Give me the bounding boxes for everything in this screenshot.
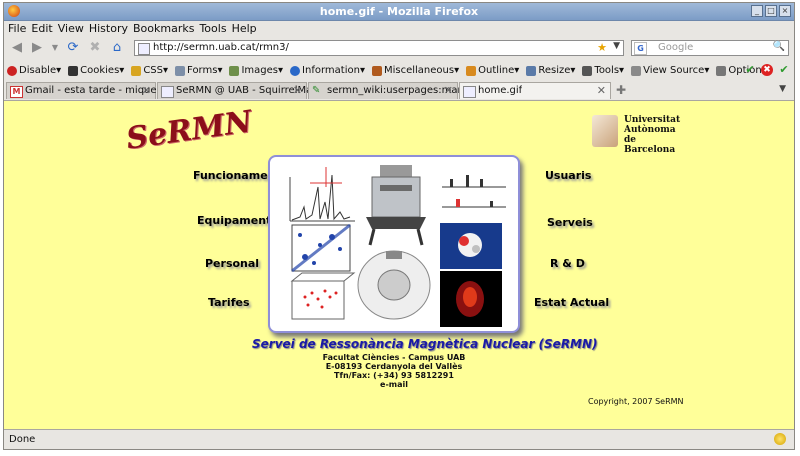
nav-estat-actual[interactable]: Estat Actual (534, 296, 609, 309)
navigation-toolbar: ◀ ▶ ▼ ⟳ ✖ ⌂ http://sermn.uab.cat/rmn3/ ★… (4, 37, 794, 60)
new-tab-icon[interactable]: ✚ (616, 83, 626, 97)
tab-gmail[interactable]: M Gmail - esta tarde - miquel.... ✕ (6, 82, 172, 99)
dev-cookies[interactable]: Cookies ▾ (68, 65, 124, 76)
page-icon (463, 86, 476, 98)
dev-view-source[interactable]: View Source ▾ (631, 65, 709, 76)
tab-wiki[interactable]: ✎ sermn_wiki:userpages:mart... ✕ (308, 82, 475, 99)
tab-home-gif[interactable]: home.gif ✕ (459, 82, 611, 99)
nav-personal[interactable]: Personal (205, 257, 259, 270)
gmail-icon: M (10, 86, 23, 98)
molecule-structure-image (440, 223, 502, 269)
nav-usuaris[interactable]: Usuaris (545, 169, 591, 182)
window-title: home.gif - Mozilla Firefox (319, 5, 479, 18)
title-bar: home.gif - Mozilla Firefox _ □ × (4, 3, 794, 21)
minimize-button[interactable]: _ (751, 5, 763, 17)
search-placeholder[interactable]: Google (658, 42, 693, 53)
menu-view[interactable]: View (58, 21, 89, 36)
tools-icon (582, 65, 593, 76)
close-tab-icon[interactable]: ✕ (597, 84, 606, 97)
history-dropdown-icon[interactable]: ▼ (48, 41, 62, 55)
resize-icon (526, 65, 537, 76)
pulse-sequence-diagram (442, 175, 506, 208)
outline-icon (466, 65, 477, 76)
nmr-magnet-image (366, 165, 426, 246)
sermn-logo: SeRMN (124, 104, 255, 157)
nav-r-and-d[interactable]: R & D (550, 257, 585, 270)
close-window-button[interactable]: × (779, 5, 791, 17)
validate-ok-icon[interactable]: ✔ (744, 64, 756, 76)
dev-css[interactable]: CSS ▾ (131, 65, 168, 76)
forward-icon[interactable]: ▶ (30, 41, 44, 55)
validate-error-icon[interactable]: ✖ (761, 64, 773, 76)
tab-list-dropdown-icon[interactable]: ▼ (779, 84, 786, 94)
forms-icon (175, 65, 186, 76)
maximize-button[interactable]: □ (765, 5, 777, 17)
dev-images[interactable]: Images ▾ (229, 65, 283, 76)
email-link[interactable]: e-mail (304, 380, 484, 389)
search-box[interactable]: G Google 🔍 (631, 40, 789, 56)
url-text[interactable]: http://sermn.uab.cat/rmn3/ (153, 42, 289, 53)
menu-bar: File Edit View History Bookmarks Tools H… (4, 21, 794, 36)
status-addon-icon[interactable] (774, 433, 786, 445)
dev-outline[interactable]: Outline ▾ (466, 65, 519, 76)
nmr-3d-scatter-plot (290, 272, 356, 320)
menu-history[interactable]: History (89, 21, 133, 36)
web-developer-toolbar: Disable ▾ Cookies ▾ CSS ▾ Forms ▾ Images ▾ In… (4, 61, 794, 80)
status-bar: Done (4, 429, 794, 449)
nmr-collage-image (268, 155, 520, 333)
nmr-spectrum-plot (289, 167, 355, 222)
tab-bar: M Gmail - esta tarde - miquel.... ✕ SeRM… (4, 81, 794, 101)
close-tab-icon[interactable]: ✕ (444, 84, 453, 97)
dev-disable[interactable]: Disable ▾ (7, 65, 61, 76)
view-source-icon (631, 65, 642, 76)
page-icon (161, 86, 174, 98)
disable-icon (7, 65, 17, 76)
nav-serveis[interactable]: Serveis (547, 216, 593, 229)
menu-tools[interactable]: Tools (199, 21, 231, 36)
nmr-2d-contour-plot (291, 223, 351, 273)
bookmark-star-icon[interactable]: ★ (597, 41, 607, 54)
menu-help[interactable]: Help (232, 21, 262, 36)
menu-file[interactable]: File (8, 21, 31, 36)
page-content: SeRMN Universitat Autònoma de Barcelona … (4, 101, 794, 429)
nav-tarifes[interactable]: Tarifes (208, 296, 250, 309)
images-icon (229, 65, 240, 76)
tab-squirrelmail[interactable]: SeRMN @ UAB - SquirrelMa... ✕ (157, 82, 322, 99)
mri-brain-image (440, 271, 502, 327)
browser-window: home.gif - Mozilla Firefox _ □ × File Ed… (3, 2, 795, 450)
menu-edit[interactable]: Edit (31, 21, 57, 36)
site-favicon-icon (138, 43, 150, 55)
dev-miscellaneous[interactable]: Miscellaneous ▾ (371, 65, 459, 76)
dev-information[interactable]: Information ▾ (290, 65, 365, 76)
status-text: Done (9, 434, 36, 445)
validate-css-ok-icon[interactable]: ✔ (778, 64, 790, 76)
nav-equipaments[interactable]: Equipaments (197, 214, 278, 227)
uab-emblem-icon (592, 115, 618, 147)
back-icon[interactable]: ◀ (10, 41, 24, 55)
url-bar[interactable]: http://sermn.uab.cat/rmn3/ ★ ▼ (134, 40, 624, 56)
url-dropdown-icon[interactable]: ▼ (613, 41, 620, 51)
dev-resize[interactable]: Resize ▾ (526, 65, 575, 76)
dev-forms[interactable]: Forms ▾ (175, 65, 222, 76)
reload-icon[interactable]: ⟳ (66, 41, 80, 55)
cookies-icon (68, 65, 79, 76)
google-engine-icon[interactable]: G (634, 42, 647, 55)
stop-icon[interactable]: ✖ (88, 41, 102, 55)
wiki-pencil-icon: ✎ (312, 85, 321, 96)
contact-address: Facultat Ciències - Campus UAB E-08193 C… (304, 353, 484, 389)
options-icon (716, 65, 727, 76)
miscellaneous-icon (371, 65, 382, 76)
close-tab-icon[interactable]: ✕ (142, 84, 151, 97)
information-icon (290, 65, 301, 76)
mri-magnet-image (357, 250, 431, 320)
dev-tools[interactable]: Tools ▾ (582, 65, 624, 76)
search-icon[interactable]: 🔍 (773, 41, 785, 52)
close-tab-icon[interactable]: ✕ (293, 84, 302, 97)
menu-bookmarks[interactable]: Bookmarks (133, 21, 199, 36)
copyright-text: Copyright, 2007 SeRMN (588, 397, 684, 406)
service-caption: Servei de Ressonància Magnètica Nuclear … (252, 337, 598, 351)
uab-logo: Universitat Autònoma de Barcelona (592, 115, 682, 155)
home-icon[interactable]: ⌂ (110, 41, 124, 55)
css-icon (131, 65, 142, 76)
